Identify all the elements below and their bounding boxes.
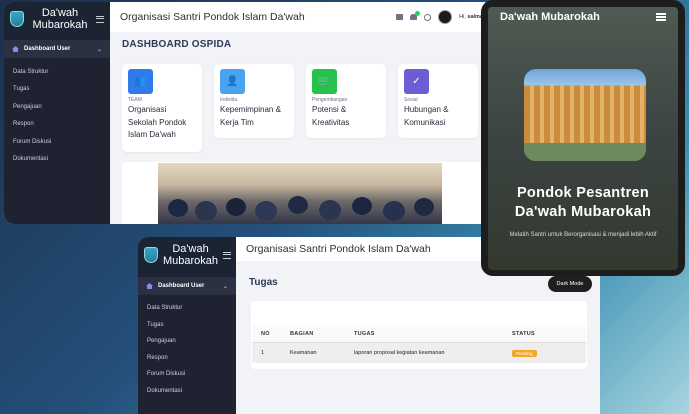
page-title: DASHBOARD OSPIDA <box>122 39 232 50</box>
check-circle-icon: ✓ <box>404 69 429 94</box>
sidebar: Da'wah Mubarokah Dashboard User ⌄ Data S… <box>138 237 236 414</box>
sidebar-item-label: Dashboard User <box>24 46 71 52</box>
cell-no: 1 <box>261 350 265 356</box>
dark-mode-button[interactable]: Dark Mode <box>548 276 592 292</box>
card-category: Pengembangan <box>312 97 348 103</box>
theme-icon[interactable] <box>424 13 432 21</box>
hero-subtitle: Melatih Santri untuk Berorganisasi & men… <box>509 232 657 238</box>
status-badge[interactable]: Pending <box>512 349 537 357</box>
header-title: Organisasi Santri Pondok Islam Da'wah <box>120 11 305 23</box>
sidebar-item-data-struktur[interactable]: Data Struktur <box>138 300 236 317</box>
column-header: NO <box>261 330 270 337</box>
card-title: Organisasi Sekolah Pondok Islam Da'wah <box>128 105 187 139</box>
card-pengembangan[interactable]: 🛒 Pengembangan Potensi & Kreativitas <box>306 64 386 138</box>
sidebar-item-tugas[interactable]: Tugas <box>138 317 236 334</box>
sidebar-item-dokumentasi[interactable]: Dokumentasi <box>138 383 236 400</box>
sidebar-item-label: Dashboard User <box>158 283 205 289</box>
notification-badge <box>415 11 421 16</box>
mobile-header: Da'wah Mubarokah <box>488 7 678 27</box>
column-header: BAGIAN <box>290 330 314 337</box>
table-header: NO BAGIAN TUGAS STATUS <box>252 325 586 343</box>
sidebar-item-respon[interactable]: Respon <box>138 350 236 367</box>
chevron-down-icon: ⌄ <box>96 46 102 53</box>
sidebar: Da'wah Mubarokah Dashboard User ⌄ Data S… <box>4 2 110 224</box>
page-title: Tugas <box>249 277 278 288</box>
tasks-table: NO BAGIAN TUGAS STATUS 1 Keamanan lapora… <box>251 301 587 369</box>
sidebar-item-dashboard-user[interactable]: Dashboard User ⌄ <box>4 40 110 58</box>
cart-icon: 🛒 <box>312 69 337 94</box>
sidebar-item-tugas[interactable]: Tugas <box>4 81 110 99</box>
topbar: Organisasi Santri Pondok Islam Da'wah Hi… <box>110 2 493 32</box>
group-photo <box>158 163 442 224</box>
bell-icon[interactable] <box>410 11 421 20</box>
avatar[interactable] <box>438 10 453 24</box>
card-title: Potensi & Kreativitas <box>312 105 350 127</box>
logo-icon <box>10 11 24 27</box>
school-building-image <box>524 69 646 161</box>
sidebar-item-dokumentasi[interactable]: Dokumentasi <box>4 151 110 169</box>
hamburger-menu-icon[interactable] <box>656 13 666 21</box>
leader-icon: 👤 <box>220 69 245 94</box>
card-category: Sosial <box>404 97 418 103</box>
sidebar-item-forum-diskusi[interactable]: Forum Diskusi <box>4 133 110 151</box>
card-individu[interactable]: 👤 Individu Kepemimpinan & Kerja Tim <box>214 64 294 138</box>
mail-icon[interactable] <box>396 14 404 20</box>
home-icon <box>12 46 19 52</box>
mobile-brand: Da'wah Mubarokah <box>500 11 600 23</box>
mobile-preview: Da'wah Mubarokah Pondok Pesantren Da'wah… <box>481 0 685 276</box>
card-sosial[interactable]: ✓ Sosial Hubungan & Komunikasi <box>398 64 478 138</box>
card-category: TEAM <box>128 97 142 103</box>
cell-bagian: Keamanan <box>290 350 317 356</box>
sidebar-item-dashboard-user[interactable]: Dashboard User ⌄ <box>138 277 236 295</box>
hero-title: Pondok Pesantren Da'wah Mubarokah <box>514 185 652 220</box>
user-greeting[interactable]: Hi, salma <box>459 14 483 20</box>
table-row[interactable]: 1 Keamanan laporan proposal kegiatan kea… <box>252 343 586 363</box>
column-header: TUGAS <box>354 330 375 337</box>
sidebar-item-data-struktur[interactable]: Data Struktur <box>4 63 110 81</box>
card-title: Hubungan & Komunikasi <box>404 105 449 127</box>
card-title: Kepemimpinan & Kerja Tim <box>220 105 281 127</box>
team-icon: 👥 <box>128 69 153 94</box>
sidebar-item-respon[interactable]: Respon <box>4 116 110 134</box>
sidebar-item-forum-diskusi[interactable]: Forum Diskusi <box>138 366 236 383</box>
card-category: Individu <box>220 97 238 103</box>
dashboard-window: Da'wah Mubarokah Dashboard User ⌄ Data S… <box>4 2 493 224</box>
card-team[interactable]: 👥 TEAM Organisasi Sekolah Pondok Islam D… <box>122 64 202 152</box>
column-header: STATUS <box>512 330 535 337</box>
photo-panel <box>122 162 486 224</box>
chevron-down-icon: ⌄ <box>222 283 228 290</box>
sidebar-item-pengajuan[interactable]: Pengajuan <box>138 333 236 350</box>
menu-toggle-icon[interactable] <box>96 15 104 23</box>
mobile-screen: Da'wah Mubarokah Pondok Pesantren Da'wah… <box>488 7 678 270</box>
brand-name: Da'wah Mubarokah <box>163 243 219 267</box>
menu-toggle-icon[interactable] <box>223 251 232 259</box>
sidebar-header: Da'wah Mubarokah <box>4 2 110 36</box>
sidebar-header: Da'wah Mubarokah <box>138 237 236 273</box>
sidebar-item-pengajuan[interactable]: Pengajuan <box>4 98 110 116</box>
cell-tugas: laporan proposal kegiatan keamanan <box>354 350 445 356</box>
brand-name: Da'wah Mubarokah <box>32 7 88 31</box>
logo-icon <box>144 247 158 263</box>
home-icon <box>146 283 153 289</box>
